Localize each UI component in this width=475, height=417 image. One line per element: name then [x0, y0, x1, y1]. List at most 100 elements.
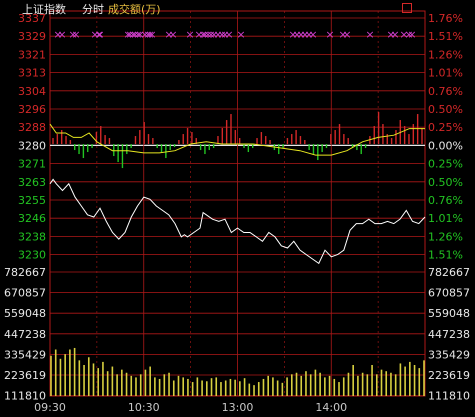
percent-tick-label: 1.26%: [428, 230, 463, 243]
volume-bar: [50, 355, 52, 396]
event-marker: ×: [147, 28, 156, 41]
flow-bar: [126, 144, 128, 155]
flow-bar: [234, 130, 237, 145]
flow-bar: [160, 144, 163, 153]
flow-bar: [377, 112, 380, 145]
volume-bar: [272, 377, 274, 396]
volume-bar: [394, 374, 397, 396]
volume-tick-label: 335429: [4, 348, 46, 361]
flow-bar: [403, 126, 406, 145]
volume-bar: [404, 366, 406, 396]
event-marker: ×: [342, 28, 351, 41]
percent-tick-label: 1.01%: [428, 67, 463, 80]
volume-bar: [111, 366, 114, 396]
flow-bar: [269, 140, 271, 145]
volume-bar: [305, 371, 307, 396]
flow-bar: [317, 144, 319, 161]
time-axis: 09:30 10:30 13:00 14:00: [34, 401, 347, 414]
volume-bar: [253, 385, 255, 396]
volume-bar: [206, 381, 208, 396]
flow-bar: [373, 126, 375, 145]
volume-bar: [78, 360, 81, 396]
percent-axis-right: 1.76% 1.51% 1.26% 1.01% 0.76% 0.50% 0.25% 0.00%…: [428, 12, 463, 262]
flow-bar: [304, 140, 306, 145]
volume-bar: [130, 375, 133, 396]
price-tick-label: 3280: [18, 139, 46, 152]
volume-tick-label: 559048: [428, 307, 470, 320]
percent-tick-label: 0.76%: [428, 85, 463, 98]
volume-bar: [59, 358, 62, 396]
volume-bar: [314, 369, 317, 396]
flow-bar: [104, 135, 106, 145]
volume-bar: [224, 380, 227, 396]
flow-bar: [343, 134, 345, 145]
time-tick-label: 10:30: [128, 401, 160, 414]
flow-bar: [165, 144, 167, 159]
volume-bar: [121, 369, 123, 396]
intraday-chart: ×× ×× ××× ×××××××××× ×× × ×××××××××× × ×××××× × ××…: [4, 10, 470, 414]
time-tick-label: 09:30: [34, 401, 66, 414]
flow-bar: [251, 144, 254, 149]
price-tick-label: 3246: [18, 212, 46, 225]
volume-bar: [399, 363, 402, 396]
price-tick-label: 3238: [18, 230, 46, 243]
flow-bar: [321, 144, 323, 153]
flow-bar: [204, 144, 206, 155]
flow-bar: [291, 134, 293, 145]
flow-bar: [60, 130, 63, 145]
flow-bar: [191, 132, 193, 145]
volume-bar: [83, 365, 85, 396]
percent-tick-label: 1.51%: [428, 249, 463, 262]
volume-bar: [385, 371, 388, 396]
flow-bar: [52, 138, 54, 145]
volume-bar: [92, 363, 95, 396]
volume-bar: [125, 372, 128, 396]
volume-bar: [333, 378, 336, 396]
volume-bar: [380, 369, 383, 396]
volume-bar: [300, 375, 303, 396]
volume-bar: [69, 349, 71, 396]
volume-tick-label: 782667: [428, 266, 470, 279]
flow-bar: [100, 126, 102, 145]
volume-bar: [215, 377, 218, 396]
volume-bar: [361, 372, 364, 396]
flow-bar: [247, 144, 250, 153]
volume-bar: [172, 380, 175, 396]
flow-bar: [412, 124, 415, 145]
volume-tick-label: 223619: [428, 369, 470, 382]
event-marker: ×: [365, 28, 374, 41]
flow-bar: [82, 144, 85, 159]
volume-bar: [139, 374, 142, 396]
event-marker: ×: [236, 28, 245, 41]
flow-bar: [178, 140, 180, 145]
volume-bar: [276, 380, 279, 396]
volume-bar: [338, 382, 340, 396]
volume-bar: [418, 368, 421, 396]
volume-tick-label: 111810: [428, 390, 470, 403]
volume-bar: [177, 375, 180, 396]
close-box-icon[interactable]: [402, 3, 412, 13]
volume-bar: [135, 377, 137, 396]
volume-bar: [248, 383, 251, 396]
volume-bar: [229, 378, 232, 396]
price-tick-label: 3313: [18, 67, 46, 80]
volume-bar: [366, 374, 369, 396]
volume-tick-label: 559048: [4, 307, 46, 320]
price-tick-label: 3329: [18, 30, 46, 43]
event-marker: ×: [308, 28, 317, 41]
volume-bar: [281, 382, 284, 396]
price-tick-label: 3271: [18, 158, 46, 171]
volume-bar: [342, 377, 345, 396]
flow-bar: [299, 136, 302, 145]
flow-bar: [56, 134, 59, 145]
flow-bar: [334, 130, 336, 145]
flow-bar: [325, 144, 328, 149]
flow-bar: [173, 144, 176, 148]
volume-bar: [201, 380, 203, 396]
volume-bar: [295, 372, 298, 396]
flow-bar: [186, 128, 189, 145]
volume-bar: [158, 378, 161, 396]
flow-bar: [330, 134, 332, 145]
flow-bar: [117, 144, 119, 163]
volume-bar: [64, 354, 66, 396]
